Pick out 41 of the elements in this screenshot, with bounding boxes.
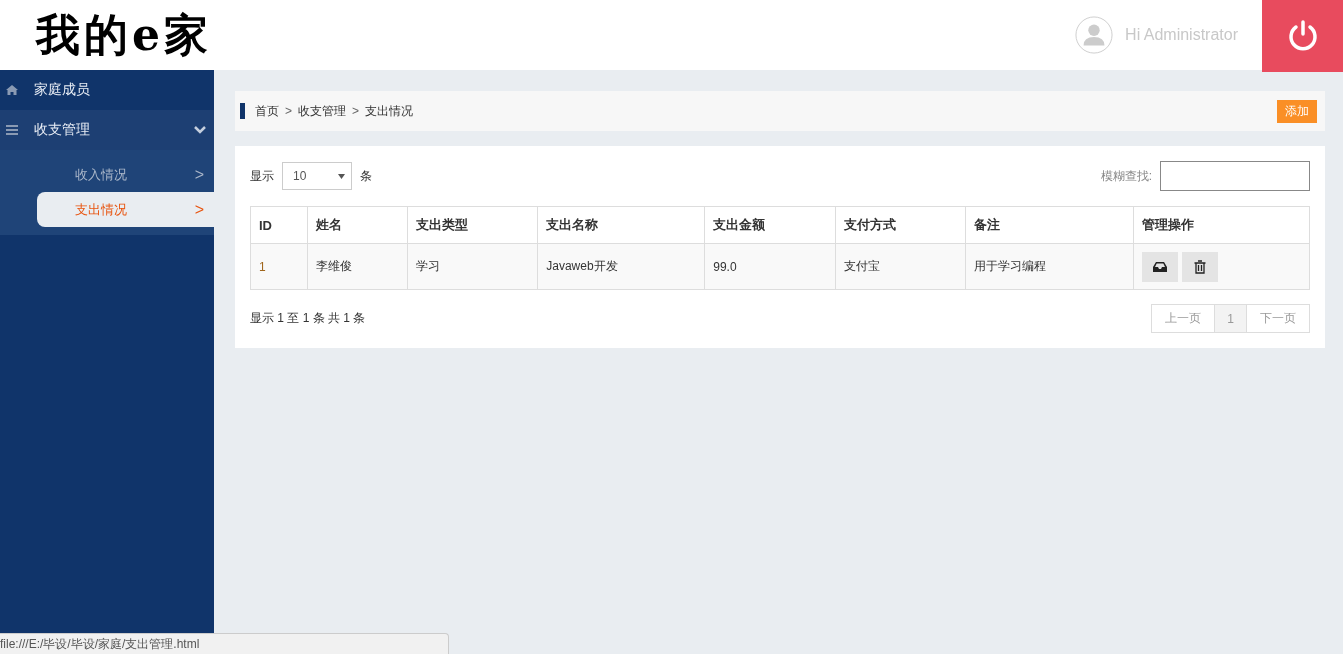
sidebar-item[interactable]: 收支管理 [0,110,214,150]
accent-bar [240,103,245,119]
sidebar-item[interactable]: 家庭成员 [0,70,214,110]
column-header[interactable]: 备注 [965,206,1134,244]
breadcrumb-link[interactable]: 首页 [255,102,279,120]
trash-icon [1194,259,1207,274]
breadcrumb-link[interactable]: 支出情况 [365,102,414,120]
table-cell: 99.0 [704,243,836,290]
inbox-icon [1153,260,1168,273]
column-header[interactable]: 支出金额 [704,206,836,244]
edit-button[interactable] [1142,251,1179,282]
column-header[interactable]: ID [250,206,308,244]
status-bar-url: file:///E:/毕设/毕设/家庭/支出管理.html [0,633,449,654]
user-avatar-icon [1075,16,1114,54]
column-header[interactable]: 姓名 [307,206,408,244]
search-field[interactable] [1160,161,1310,191]
breadcrumb-separator: > [285,104,292,118]
caret-icon [338,173,345,179]
table-cell: 支付宝 [835,243,966,290]
table-cell: 李维俊 [307,243,408,290]
entries-label: 条 [360,167,372,185]
home-icon [6,85,18,95]
table-cell: 学习 [407,243,538,290]
table-cell: Javaweb开发 [537,243,705,290]
table-cell: 1 [250,243,308,290]
submenu-item[interactable]: 收入情况 > [37,157,214,192]
site-logo: 我的e家 [36,7,212,62]
delete-button[interactable] [1182,251,1219,282]
column-header[interactable]: 管理操作 [1133,206,1310,244]
breadcrumb-link[interactable]: 收支管理 [298,102,346,120]
column-header[interactable]: 支付方式 [835,206,966,244]
search-label: 模糊查找: [1100,167,1152,185]
breadcrumb-separator: > [352,104,360,118]
show-label: 显示 [250,167,274,185]
table-cell: 用于学习编程 [965,243,1134,290]
column-header[interactable]: 支出类型 [407,206,538,244]
menu-icon [6,125,18,135]
logout-button[interactable] [1262,0,1343,72]
column-header[interactable]: 支出名称 [537,206,705,244]
table-info: 显示 1 至 1 条 共 1 条 [250,310,366,327]
page-length-select[interactable]: 10 [282,162,352,190]
